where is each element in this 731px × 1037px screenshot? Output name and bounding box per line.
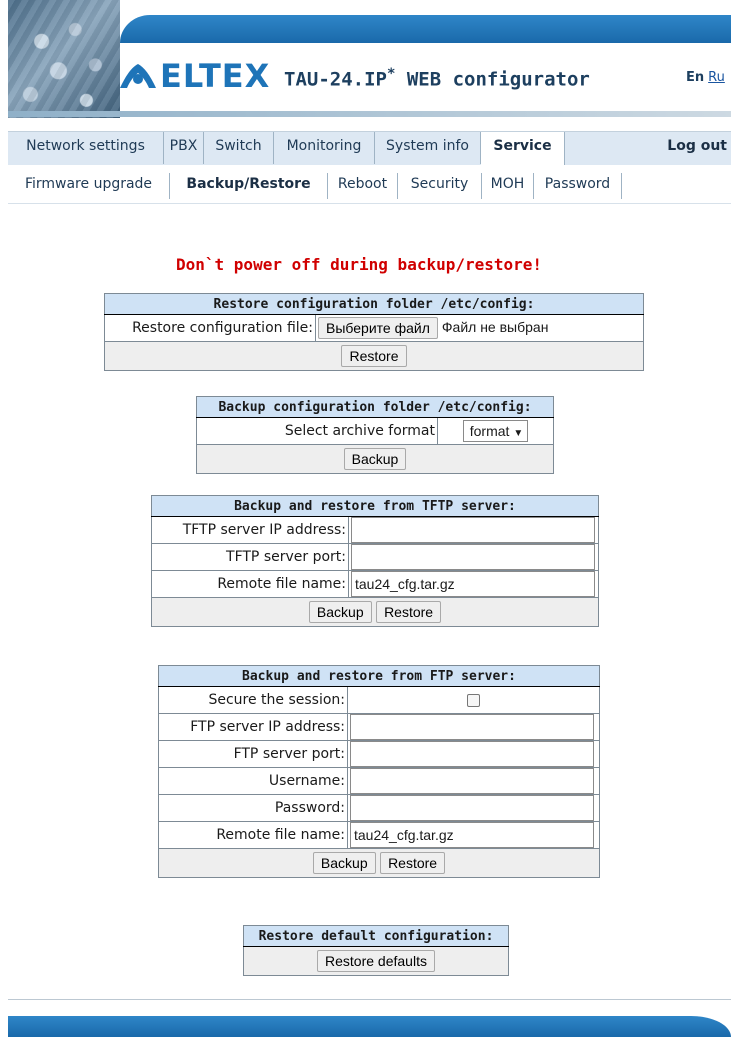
restore-config-button[interactable]: Restore: [341, 345, 407, 367]
tftp-button-row: Backup Restore: [151, 597, 599, 627]
lang-en[interactable]: En: [686, 70, 704, 85]
tftp-ip-cell: [348, 516, 599, 544]
archive-format-label: Select archive format: [196, 417, 438, 445]
power-warning: Don`t power off during backup/restore!: [176, 255, 543, 274]
ftp-password-label: Password:: [158, 794, 348, 822]
backup-config-table: Backup configuration folder /etc/config:…: [196, 396, 554, 474]
menu-system-info[interactable]: System info: [375, 132, 481, 164]
tftp-file-cell: tau24_cfg.tar.gz: [348, 570, 599, 598]
chevron-down-icon: ▼: [513, 428, 524, 439]
logout-link[interactable]: Log out: [667, 132, 727, 160]
header-bottom-band: [8, 111, 731, 117]
ftp-ip-input[interactable]: [350, 714, 594, 740]
tftp-ip-input[interactable]: [351, 517, 595, 543]
menu-switch[interactable]: Switch: [204, 132, 274, 164]
submenu-firmware-upgrade[interactable]: Firmware upgrade: [8, 173, 170, 199]
lang-ru-link[interactable]: Ru: [708, 70, 725, 85]
restore-file-label: Restore configuration file:: [104, 314, 316, 342]
archive-format-select[interactable]: format ▼: [462, 420, 529, 442]
menu-service[interactable]: Service: [481, 132, 565, 166]
tftp-file-label: Remote file name:: [151, 570, 349, 598]
menu-network-settings[interactable]: Network settings: [8, 132, 164, 164]
tftp-backup-button[interactable]: Backup: [308, 601, 372, 623]
backup-config-button[interactable]: Backup: [343, 448, 407, 470]
eltex-logo-icon: [120, 64, 156, 88]
backup-button-row: Backup: [196, 444, 554, 474]
submenu-reboot[interactable]: Reboot: [328, 173, 398, 199]
ftp-backup-button[interactable]: Backup: [312, 852, 376, 874]
ftp-secure-label: Secure the session:: [158, 686, 348, 714]
restore-button-row: Restore: [104, 341, 644, 371]
submenu-password[interactable]: Password: [534, 173, 622, 199]
ftp-restore-button[interactable]: Restore: [380, 852, 446, 874]
content-area: Don`t power off during backup/restore! R…: [8, 205, 731, 1000]
logo-text: ELTEX: [160, 57, 271, 95]
ftp-password-input[interactable]: [350, 795, 594, 821]
tftp-header: Backup and restore from TFTP server:: [151, 495, 599, 517]
secure-session-checkbox[interactable]: [467, 693, 480, 707]
restore-defaults-button[interactable]: Restore defaults: [317, 950, 435, 972]
ftp-username-input[interactable]: [350, 768, 594, 794]
footer-divider: [8, 999, 731, 1000]
ftp-username-cell: [347, 767, 600, 795]
ftp-ip-cell: [347, 713, 600, 741]
submenu-backup-restore[interactable]: Backup/Restore: [170, 173, 328, 199]
restore-config-table: Restore configuration folder /etc/config…: [104, 293, 644, 371]
ftp-file-input[interactable]: tau24_cfg.tar.gz: [350, 822, 594, 848]
tftp-port-cell: [348, 543, 599, 571]
tftp-restore-button[interactable]: Restore: [376, 601, 442, 623]
footer-band: [8, 1016, 731, 1037]
ftp-ip-label: FTP server IP address:: [158, 713, 348, 741]
file-status: Файл не выбран: [441, 319, 549, 335]
ftp-port-label: FTP server port:: [158, 740, 348, 768]
ftp-file-label: Remote file name:: [158, 821, 348, 849]
restore-defaults-table: Restore default configuration: Restore d…: [243, 925, 509, 976]
app-title-mark: *: [386, 66, 396, 82]
restore-config-header: Restore configuration folder /etc/config…: [104, 293, 644, 315]
restore-file-cell: Выберите файл Файл не выбран: [315, 314, 644, 342]
ftp-header: Backup and restore from FTP server:: [158, 665, 600, 687]
tftp-file-input[interactable]: tau24_cfg.tar.gz: [351, 571, 595, 597]
tftp-ip-label: TFTP server IP address:: [151, 516, 349, 544]
tftp-table: Backup and restore from TFTP server: TFT…: [151, 495, 599, 627]
app-title-suffix: WEB configurator: [406, 68, 590, 91]
archive-format-cell: format ▼: [437, 417, 554, 445]
restore-defaults-header: Restore default configuration:: [243, 925, 509, 947]
app-title: TAU-24.IP* WEB configurator: [284, 66, 590, 90]
app-title-model: TAU-24.IP: [284, 68, 387, 91]
sub-menu: Firmware upgrade Backup/Restore Reboot S…: [8, 165, 731, 204]
header-top-band: [120, 15, 731, 43]
language-switch: En Ru: [686, 70, 725, 85]
main-menu: Network settings PBX Switch Monitoring S…: [8, 131, 731, 166]
submenu-security[interactable]: Security: [398, 173, 482, 199]
tftp-port-input[interactable]: [351, 544, 595, 570]
choose-file-button[interactable]: Выберите файл: [318, 317, 438, 339]
menu-monitoring[interactable]: Monitoring: [274, 132, 375, 164]
submenu-moh[interactable]: MOH: [482, 173, 534, 199]
ftp-password-cell: [347, 794, 600, 822]
ftp-username-label: Username:: [158, 767, 348, 795]
page-header: ELTEX TAU-24.IP* WEB configurator En Ru: [0, 0, 731, 118]
ftp-port-input[interactable]: [350, 741, 594, 767]
backup-config-header: Backup configuration folder /etc/config:: [196, 396, 554, 418]
eltex-logo: ELTEX: [118, 58, 270, 94]
ftp-secure-cell: [347, 686, 600, 714]
tftp-port-label: TFTP server port:: [151, 543, 349, 571]
ftp-port-cell: [347, 740, 600, 768]
archive-format-value: format: [469, 423, 510, 439]
restore-defaults-row: Restore defaults: [243, 946, 509, 976]
ftp-button-row: Backup Restore: [158, 848, 600, 878]
ftp-file-cell: tau24_cfg.tar.gz: [347, 821, 600, 849]
ftp-table: Backup and restore from FTP server: Secu…: [158, 665, 600, 878]
header-photo: [8, 0, 120, 118]
menu-pbx[interactable]: PBX: [164, 132, 204, 164]
